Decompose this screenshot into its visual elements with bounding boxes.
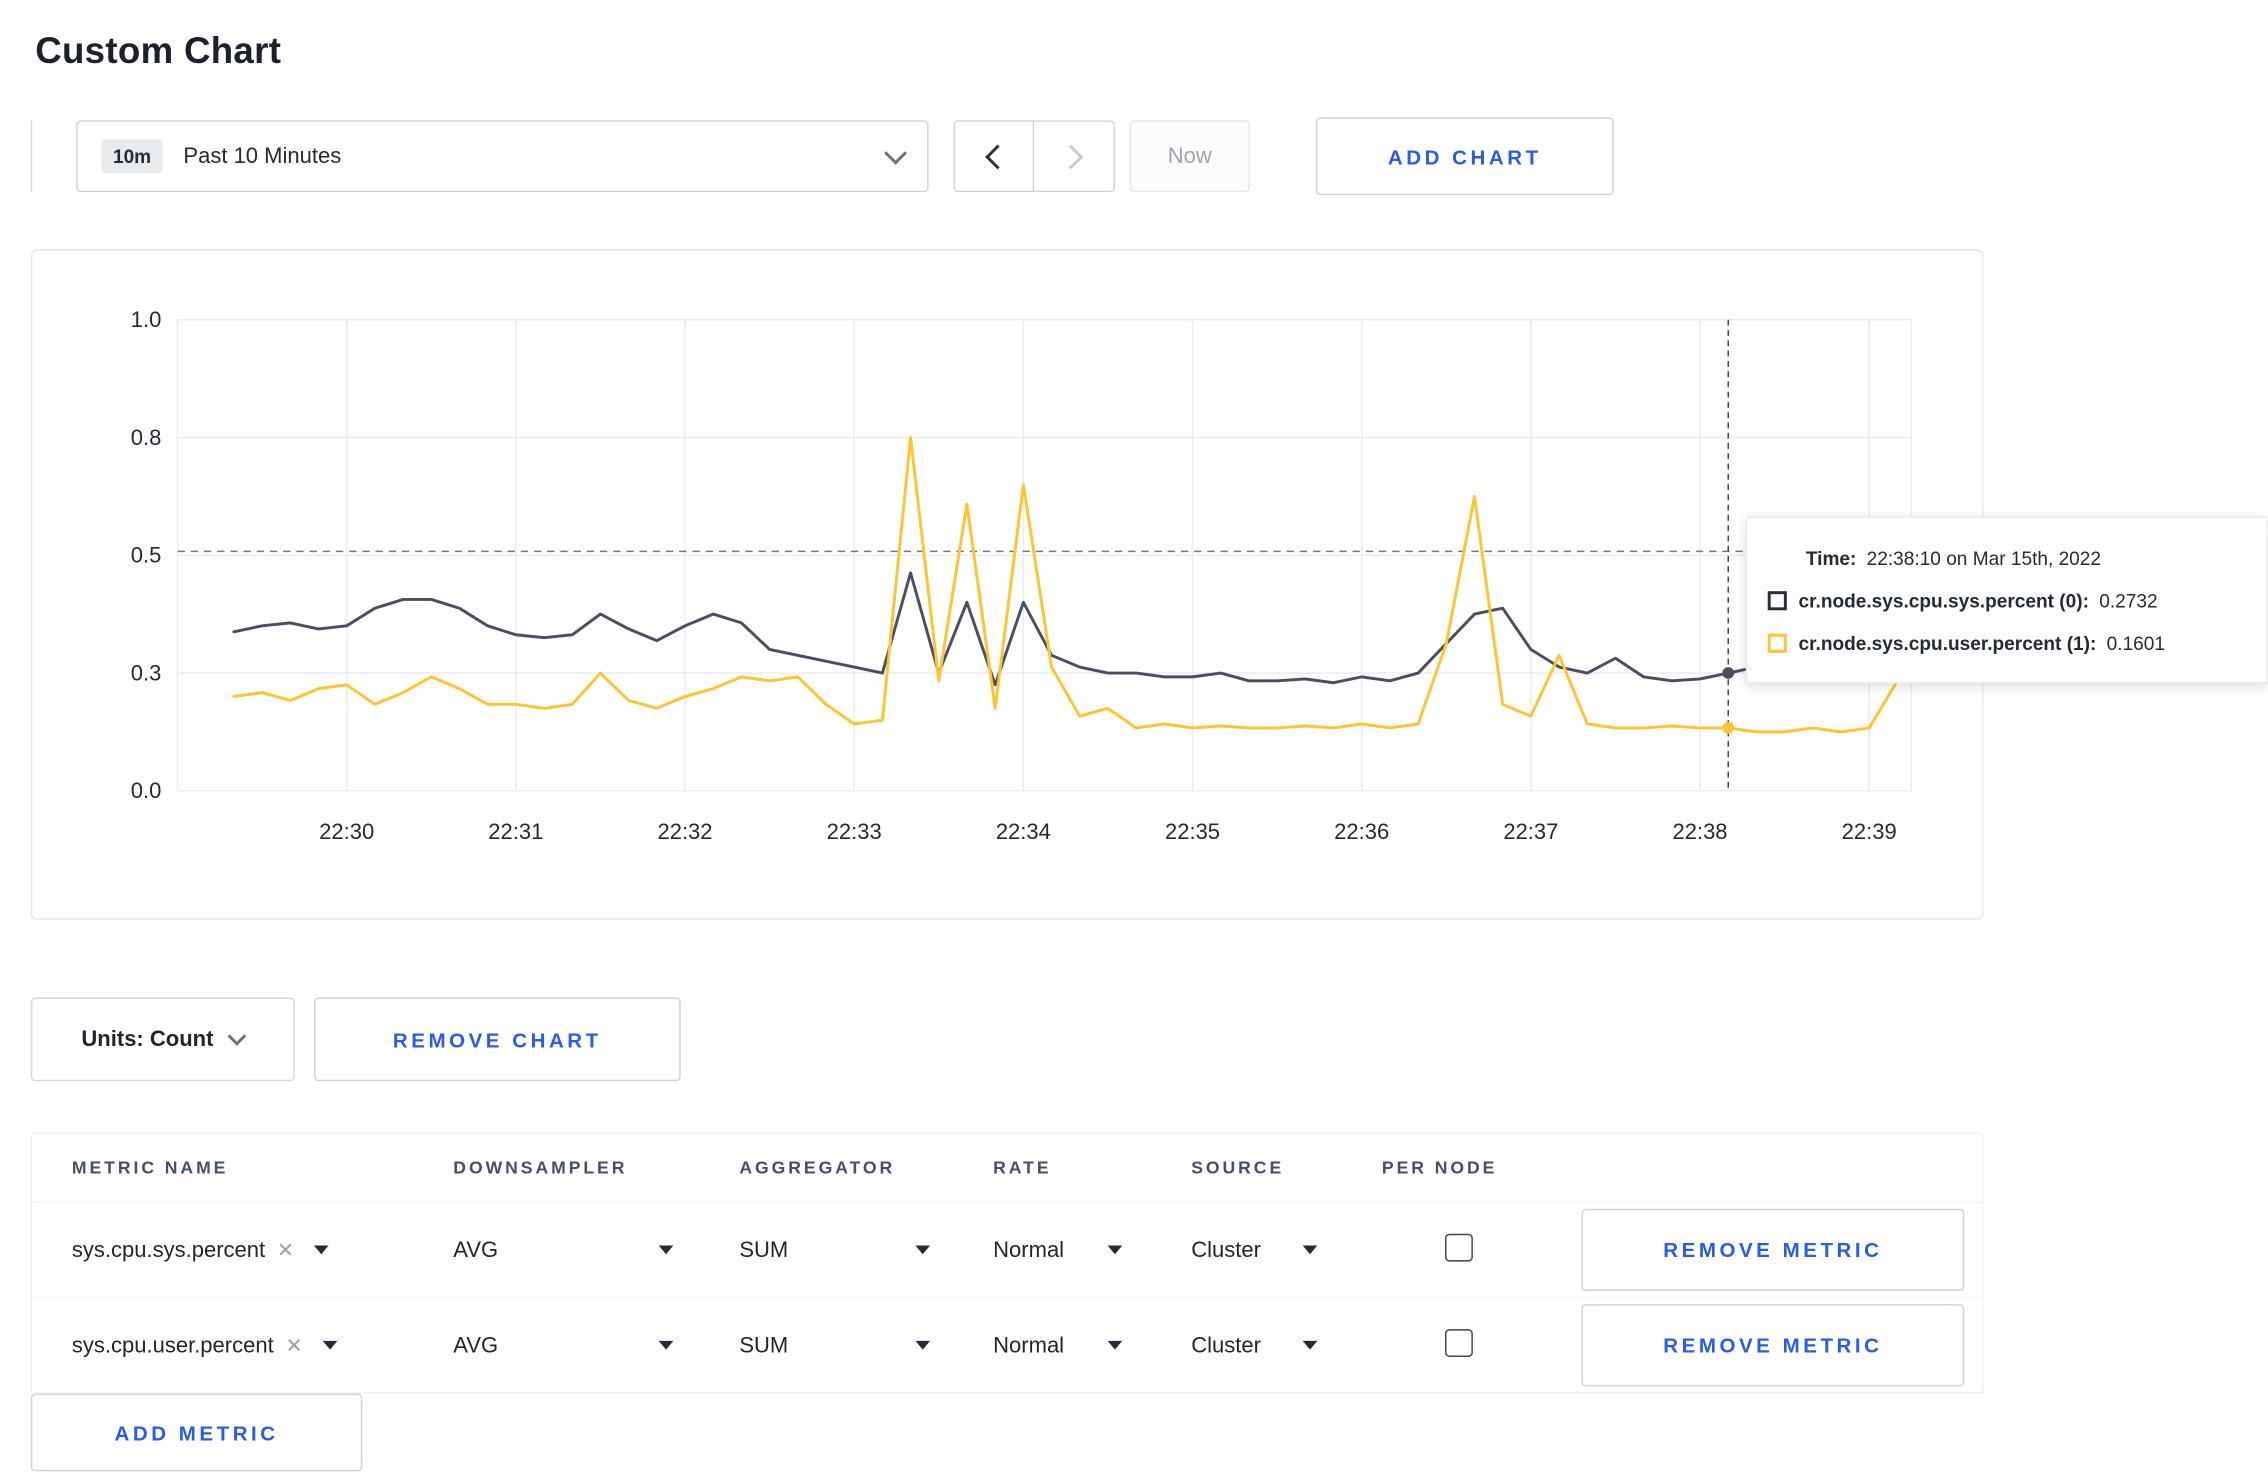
line-chart[interactable]: 0.0 0.3 0.5 0.8 1.0 22:30 22:31 22:32 22:33 22:34… bbox=[32, 251, 1985, 921]
series-user-swatch-icon bbox=[1767, 633, 1787, 653]
per-node-checkbox[interactable] bbox=[1444, 1328, 1473, 1357]
aggregator-value: SUM bbox=[739, 1237, 789, 1263]
metrics-table-header: METRIC NAME DOWNSAMPLER AGGREGATOR RATE … bbox=[32, 1134, 1982, 1203]
time-range-badge: 10m bbox=[101, 139, 163, 174]
toolbar-divider bbox=[30, 120, 33, 193]
tooltip-time-label: Time: bbox=[1805, 547, 1857, 570]
tooltip-series-row: cr.node.sys.cpu.sys.percent (0): 0.2732 bbox=[1767, 579, 2246, 622]
col-metric-name: METRIC NAME bbox=[71, 1157, 229, 1179]
add-metric-button[interactable]: ADD METRIC bbox=[30, 1393, 363, 1472]
svg-text:22:39: 22:39 bbox=[1842, 819, 1897, 844]
col-rate: RATE bbox=[993, 1157, 1052, 1179]
source-select[interactable]: Cluster bbox=[1191, 1332, 1318, 1358]
svg-text:22:35: 22:35 bbox=[1165, 819, 1220, 844]
chevron-right-icon bbox=[1058, 143, 1084, 169]
add-chart-button[interactable]: ADD CHART bbox=[1315, 117, 1614, 196]
rate-value: Normal bbox=[993, 1332, 1065, 1358]
aggregator-value: SUM bbox=[739, 1332, 789, 1358]
chart-tooltip: Time: 22:38:10 on Mar 15th, 2022 cr.node… bbox=[1745, 516, 2268, 684]
time-nav-group bbox=[953, 120, 1115, 193]
svg-text:1.0: 1.0 bbox=[131, 307, 162, 332]
custom-chart-page: Custom Chart 10m Past 10 Minutes Now ADD… bbox=[0, 0, 2268, 1478]
tooltip-series-name: cr.node.sys.cpu.sys.percent (0): bbox=[1798, 589, 2089, 612]
col-per-node: PER NODE bbox=[1381, 1157, 1498, 1179]
col-source: SOURCE bbox=[1191, 1157, 1285, 1179]
svg-text:22:36: 22:36 bbox=[1334, 819, 1389, 844]
tooltip-series-name: cr.node.sys.cpu.user.percent (1): bbox=[1798, 632, 2097, 655]
page-title: Custom Chart bbox=[35, 30, 282, 72]
metric-row: sys.cpu.sys.percent ✕ AVG SUM Normal Clu… bbox=[32, 1203, 1982, 1297]
remove-metric-button[interactable]: REMOVE METRIC bbox=[1581, 1304, 1965, 1387]
source-value: Cluster bbox=[1191, 1332, 1261, 1358]
metric-name-select[interactable]: sys.cpu.user.percent ✕ bbox=[72, 1333, 453, 1358]
aggregator-select[interactable]: SUM bbox=[739, 1332, 931, 1358]
caret-down-icon bbox=[1107, 1245, 1123, 1255]
downsampler-select[interactable]: AVG bbox=[453, 1332, 674, 1358]
caret-down-icon bbox=[1302, 1340, 1318, 1350]
caret-down-icon bbox=[323, 1340, 338, 1350]
svg-text:0.3: 0.3 bbox=[131, 660, 162, 685]
source-value: Cluster bbox=[1191, 1237, 1261, 1263]
aggregator-select[interactable]: SUM bbox=[739, 1237, 931, 1263]
svg-text:0.8: 0.8 bbox=[131, 425, 162, 450]
metric-name-value: sys.cpu.sys.percent bbox=[71, 1237, 266, 1263]
svg-text:22:37: 22:37 bbox=[1503, 819, 1558, 844]
svg-text:22:34: 22:34 bbox=[996, 819, 1051, 844]
remove-metric-button[interactable]: REMOVE METRIC bbox=[1581, 1208, 1965, 1291]
rate-select[interactable]: Normal bbox=[993, 1332, 1123, 1358]
metric-row: sys.cpu.user.percent ✕ AVG SUM Normal Cl… bbox=[32, 1296, 1982, 1392]
metric-name-select[interactable]: sys.cpu.sys.percent ✕ bbox=[72, 1237, 453, 1262]
tooltip-series-row: cr.node.sys.cpu.user.percent (1): 0.1601 bbox=[1767, 622, 2246, 665]
now-button[interactable]: Now bbox=[1129, 120, 1250, 193]
chevron-down-icon bbox=[228, 1026, 247, 1046]
col-downsampler: DOWNSAMPLER bbox=[453, 1157, 628, 1179]
remove-chart-button[interactable]: REMOVE CHART bbox=[313, 997, 681, 1082]
units-label: Units: Count bbox=[81, 1026, 214, 1052]
tooltip-series-value: 0.2732 bbox=[2099, 589, 2158, 612]
svg-text:22:38: 22:38 bbox=[1673, 819, 1728, 844]
chart-card: 0.0 0.3 0.5 0.8 1.0 22:30 22:31 22:32 22:33 22:34… bbox=[30, 249, 1985, 921]
rate-value: Normal bbox=[993, 1237, 1065, 1263]
caret-down-icon bbox=[1107, 1340, 1123, 1350]
chevron-left-icon bbox=[984, 143, 1010, 169]
caret-down-icon bbox=[658, 1340, 674, 1350]
caret-down-icon bbox=[1302, 1245, 1318, 1255]
series-sys-swatch-icon bbox=[1767, 591, 1787, 611]
units-dropdown[interactable]: Units: Count bbox=[30, 997, 295, 1082]
prev-time-button[interactable] bbox=[953, 120, 1035, 193]
caret-down-icon bbox=[658, 1245, 674, 1255]
svg-text:22:31: 22:31 bbox=[488, 819, 543, 844]
source-select[interactable]: Cluster bbox=[1191, 1237, 1318, 1263]
clear-metric-icon[interactable]: ✕ bbox=[277, 1237, 294, 1262]
tooltip-time-value: 22:38:10 on Mar 15th, 2022 bbox=[1866, 547, 2101, 570]
chevron-down-icon bbox=[884, 141, 908, 164]
tooltip-series-value: 0.1601 bbox=[2106, 632, 2165, 655]
col-aggregator: AGGREGATOR bbox=[739, 1157, 896, 1179]
downsampler-value: AVG bbox=[453, 1332, 499, 1358]
metric-name-value: sys.cpu.user.percent bbox=[71, 1332, 274, 1358]
next-time-button[interactable] bbox=[1034, 120, 1115, 193]
svg-text:22:33: 22:33 bbox=[827, 819, 882, 844]
metrics-table: METRIC NAME DOWNSAMPLER AGGREGATOR RATE … bbox=[30, 1132, 1984, 1394]
caret-down-icon bbox=[915, 1245, 931, 1255]
downsampler-value: AVG bbox=[453, 1237, 499, 1263]
tooltip-time-row: Time: 22:38:10 on Mar 15th, 2022 bbox=[1768, 537, 2246, 580]
time-range-label: Past 10 Minutes bbox=[183, 143, 342, 169]
time-range-dropdown[interactable]: 10m Past 10 Minutes bbox=[76, 120, 929, 193]
downsampler-select[interactable]: AVG bbox=[453, 1237, 674, 1263]
svg-text:0.0: 0.0 bbox=[131, 778, 162, 803]
svg-text:22:30: 22:30 bbox=[319, 819, 374, 844]
per-node-checkbox[interactable] bbox=[1444, 1233, 1473, 1261]
caret-down-icon bbox=[915, 1340, 931, 1350]
clear-metric-icon[interactable]: ✕ bbox=[285, 1333, 302, 1358]
svg-text:0.5: 0.5 bbox=[131, 543, 162, 568]
rate-select[interactable]: Normal bbox=[993, 1237, 1123, 1263]
svg-text:22:32: 22:32 bbox=[657, 819, 712, 844]
caret-down-icon bbox=[314, 1245, 330, 1255]
